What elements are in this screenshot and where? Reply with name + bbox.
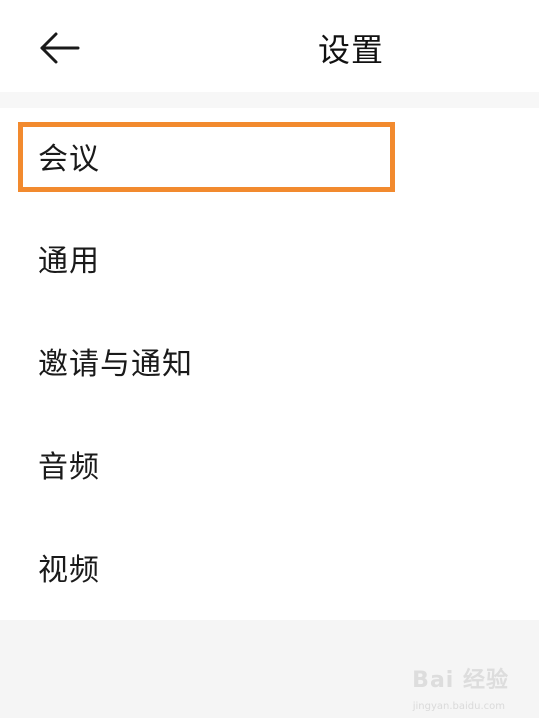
menu-item-invite-notify[interactable]: 邀请与通知: [0, 313, 539, 416]
header-bar: 设置: [0, 0, 539, 92]
menu-item-label: 邀请与通知: [38, 346, 193, 382]
watermark-logo: Bai 经验: [412, 668, 509, 693]
menu-item-label: 视频: [38, 552, 100, 588]
menu-item-label: 通用: [38, 243, 100, 279]
menu-item-video[interactable]: 视频: [0, 519, 539, 622]
menu-item-audio[interactable]: 音频: [0, 416, 539, 519]
section-divider: [0, 92, 539, 108]
footer-area: Bai 经验 jingyan.baidu.com: [0, 620, 539, 718]
menu-item-general[interactable]: 通用: [0, 210, 539, 313]
watermark-url: jingyan.baidu.com: [412, 701, 505, 712]
arrow-left-icon: [40, 32, 80, 64]
menu-item-label: 会议: [38, 142, 100, 177]
settings-menu: 会议 通用 邀请与通知 音频 视频: [0, 108, 539, 622]
page-title: 设置: [318, 31, 385, 69]
menu-item-label: 音频: [38, 449, 100, 485]
menu-item-meeting[interactable]: 会议: [0, 108, 539, 210]
back-button[interactable]: [36, 28, 84, 68]
